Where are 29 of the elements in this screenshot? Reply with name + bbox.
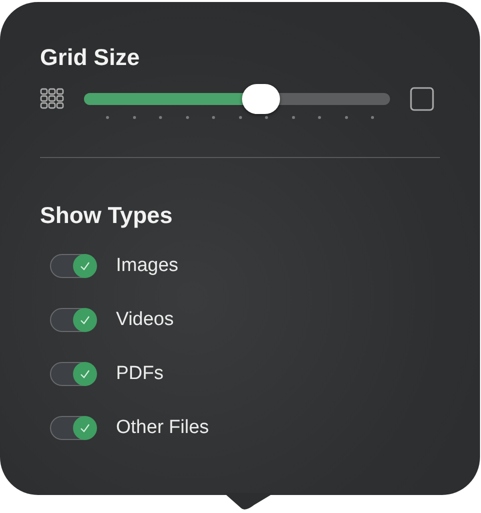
slider-tick [132, 116, 136, 119]
checkmark-icon [78, 314, 90, 326]
section-title: Show Types [40, 201, 174, 230]
section-title: Grid Size [40, 43, 141, 72]
slider-tick [238, 116, 242, 119]
checkmark-icon [78, 422, 90, 434]
slider-tick [159, 116, 162, 119]
toggle-label: Images [116, 255, 178, 277]
checkmark-icon [78, 260, 90, 272]
toggle-switch[interactable] [50, 254, 96, 278]
small-grid-icon [40, 88, 64, 110]
toggle-label: Other Files [116, 417, 209, 439]
toggle-label: PDFs [116, 363, 164, 385]
slider-tick [318, 116, 321, 119]
large-square-icon [410, 87, 434, 111]
grid-size-slider[interactable] [84, 84, 390, 114]
slider-tick [292, 116, 294, 119]
toggle-switch[interactable] [50, 362, 96, 386]
toggle-switch[interactable] [50, 308, 96, 332]
slider-tick [106, 116, 109, 119]
slider-tick [265, 116, 268, 119]
slider-tick [344, 116, 348, 119]
slider-tick [212, 116, 215, 119]
checkmark-icon [78, 368, 90, 380]
toggle-label: Videos [116, 309, 174, 331]
toggle-switch[interactable] [50, 416, 96, 440]
slider-tick [371, 116, 374, 119]
slider-thumb[interactable] [242, 84, 280, 114]
slider-tick [186, 116, 188, 119]
